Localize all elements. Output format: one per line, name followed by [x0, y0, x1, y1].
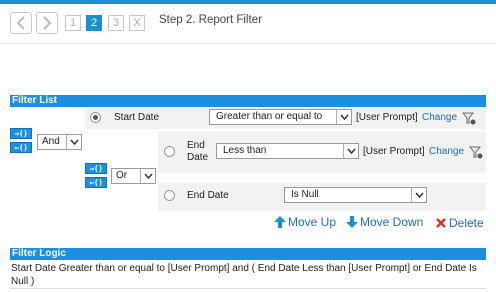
- move-up-button[interactable]: Move Up: [274, 215, 336, 229]
- condition-3-field: End Date: [187, 190, 229, 201]
- wizard-toolbar: 1 2 3 X Step 2. Report Filter: [0, 4, 496, 44]
- chevron-down-icon: [66, 135, 81, 149]
- arrow-down-icon: [346, 216, 358, 228]
- step-3[interactable]: 3: [108, 15, 124, 31]
- condition-1-field: Start Date: [114, 112, 160, 123]
- outdent-group-icon[interactable]: ←(): [10, 142, 32, 153]
- close-step[interactable]: X: [129, 15, 145, 31]
- condition-2-field: End Date: [187, 140, 209, 163]
- condition-2-radio[interactable]: [164, 146, 175, 157]
- move-up-label: Move Up: [288, 215, 337, 229]
- condition-1-operator-select[interactable]: Greater than or equal to: [209, 109, 352, 125]
- condition-1-change-link[interactable]: Change: [422, 112, 457, 123]
- move-down-label: Move Down: [360, 215, 424, 229]
- indent-group-icon[interactable]: →(): [10, 128, 32, 139]
- delete-label: Delete: [449, 216, 484, 230]
- step-2[interactable]: 2: [86, 15, 102, 31]
- chevron-down-icon: [336, 110, 351, 124]
- condition-1-value: [User Prompt]: [356, 112, 418, 123]
- filter-list-header: Filter List: [10, 95, 486, 107]
- filter-funnel-icon[interactable]: [462, 111, 476, 125]
- inner-outdent-group-icon[interactable]: ←(): [85, 177, 107, 188]
- forward-icon: [43, 16, 52, 30]
- condition-1-radio[interactable]: [90, 112, 101, 123]
- condition-3-operator-value: Is Null: [291, 189, 319, 200]
- chevron-down-icon: [140, 169, 155, 183]
- chevron-down-icon: [411, 188, 426, 202]
- condition-2-operator-value: Less than: [223, 145, 267, 156]
- arrow-up-icon: [274, 216, 286, 228]
- condition-3-operator-select[interactable]: Is Null: [284, 187, 427, 203]
- outer-connector-select[interactable]: And: [37, 134, 82, 150]
- filter-logic-text: Start Date Greater than or equal to [Use…: [11, 263, 477, 287]
- condition-1-operator-value: Greater than or equal to: [216, 111, 323, 122]
- move-down-button[interactable]: Move Down: [346, 215, 423, 229]
- step-1[interactable]: 1: [65, 15, 81, 31]
- delete-button[interactable]: Delete: [435, 216, 484, 230]
- condition-2-value: [User Prompt]: [363, 146, 425, 157]
- inner-connector-select[interactable]: Or: [111, 168, 156, 184]
- filter-funnel-icon[interactable]: [469, 145, 483, 159]
- inner-connector-value: Or: [116, 170, 128, 181]
- back-icon: [16, 16, 25, 30]
- back-button[interactable]: [10, 12, 32, 34]
- delete-x-icon: [436, 218, 446, 228]
- outer-connector-value: And: [42, 136, 60, 147]
- divider: [10, 288, 486, 289]
- forward-button[interactable]: [36, 12, 58, 34]
- chevron-down-icon: [343, 144, 358, 158]
- condition-3-radio[interactable]: [164, 190, 175, 201]
- condition-2-change-link[interactable]: Change: [429, 146, 464, 157]
- filter-logic-header: Filter Logic: [10, 248, 486, 260]
- step-title: Step 2. Report Filter: [159, 14, 262, 26]
- inner-indent-group-icon[interactable]: →(): [85, 163, 107, 174]
- condition-2-operator-select[interactable]: Less than: [216, 143, 359, 159]
